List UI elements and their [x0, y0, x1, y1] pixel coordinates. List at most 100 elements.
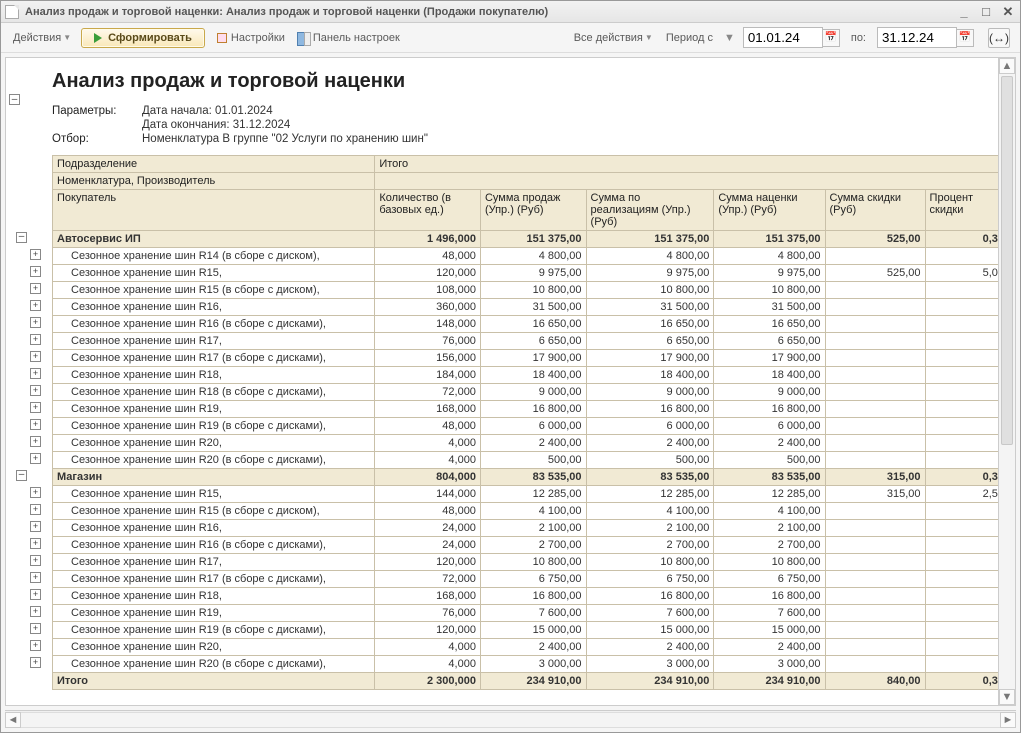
- expand-row-icon[interactable]: +: [30, 487, 41, 498]
- expand-row-icon[interactable]: +: [30, 521, 41, 532]
- param-start: Дата начала: 01.01.2024: [142, 105, 1009, 117]
- report-body: Анализ продаж и торговой наценки Парамет…: [46, 58, 1015, 705]
- data-row[interactable]: Сезонное хранение шин R18 (в сборе с дис…: [53, 384, 1009, 401]
- data-row[interactable]: Сезонное хранение шин R14 (в сборе с дис…: [53, 248, 1009, 265]
- titlebar: Анализ продаж и торговой наценки: Анализ…: [1, 1, 1020, 23]
- all-actions-menu[interactable]: Все действия▼: [572, 30, 655, 46]
- data-row[interactable]: Сезонное хранение шин R16,360,00031 500,…: [53, 299, 1009, 316]
- window-title: Анализ продаж и торговой наценки: Анализ…: [25, 6, 956, 18]
- data-row[interactable]: Сезонное хранение шин R18,168,00016 800,…: [53, 588, 1009, 605]
- data-row[interactable]: Сезонное хранение шин R18,184,00018 400,…: [53, 367, 1009, 384]
- expand-row-icon[interactable]: +: [30, 419, 41, 430]
- expand-row-icon[interactable]: +: [30, 266, 41, 277]
- filter-text: Номенклатура В группе "02 Услуги по хран…: [142, 133, 1009, 145]
- data-row[interactable]: Сезонное хранение шин R17 (в сборе с дис…: [53, 350, 1009, 367]
- col-discount-pct: Процент скидки: [925, 190, 1008, 231]
- data-row[interactable]: Сезонное хранение шин R20 (в сборе с дис…: [53, 656, 1009, 673]
- scroll-down-icon[interactable]: ▼: [999, 689, 1015, 705]
- collapse-group-icon[interactable]: –: [16, 232, 27, 243]
- report-table: Подразделение Итого Номенклатура, Произв…: [52, 155, 1009, 690]
- date-from-input[interactable]: [743, 27, 823, 48]
- collapse-all-icon[interactable]: –: [9, 94, 20, 105]
- toolbar: Действия▼ Сформировать Настройки Панель …: [1, 23, 1020, 53]
- expand-row-icon[interactable]: +: [30, 606, 41, 617]
- data-row[interactable]: Сезонное хранение шин R19 (в сборе с дис…: [53, 622, 1009, 639]
- data-row[interactable]: Сезонное хранение шин R19,168,00016 800,…: [53, 401, 1009, 418]
- expand-row-icon[interactable]: +: [30, 249, 41, 260]
- period-dropdown-icon[interactable]: ▼: [724, 32, 735, 44]
- params-label: Параметры:: [52, 105, 142, 117]
- data-row[interactable]: Сезонное хранение шин R19,76,0007 600,00…: [53, 605, 1009, 622]
- report-params: Параметры: Дата начала: 01.01.2024 Дата …: [52, 105, 1009, 145]
- period-from-label: Период с: [666, 32, 713, 44]
- col-realizations: Сумма по реализациям (Упр.) (Руб): [586, 190, 714, 231]
- expand-row-icon[interactable]: +: [30, 436, 41, 447]
- window: Анализ продаж и торговой наценки: Анализ…: [0, 0, 1021, 733]
- param-end: Дата окончания: 31.12.2024: [142, 119, 1009, 131]
- data-row[interactable]: Сезонное хранение шин R16,24,0002 100,00…: [53, 520, 1009, 537]
- calendar-to-button[interactable]: 📅: [956, 29, 974, 47]
- close-button[interactable]: ✕: [1000, 5, 1016, 19]
- data-row[interactable]: Сезонное хранение шин R20,4,0002 400,002…: [53, 435, 1009, 452]
- expand-row-icon[interactable]: +: [30, 317, 41, 328]
- actions-menu[interactable]: Действия▼: [11, 30, 73, 46]
- col-qty: Количество (в базовых ед.): [375, 190, 481, 231]
- vertical-scrollbar[interactable]: ▲ ▼: [998, 58, 1015, 705]
- data-row[interactable]: Сезонное хранение шин R17,120,00010 800,…: [53, 554, 1009, 571]
- col-total: Итого: [375, 156, 1009, 173]
- data-row[interactable]: Сезонное хранение шин R17,76,0006 650,00…: [53, 333, 1009, 350]
- expand-row-icon[interactable]: +: [30, 555, 41, 566]
- expand-row-icon[interactable]: +: [30, 283, 41, 294]
- expand-row-icon[interactable]: +: [30, 589, 41, 600]
- collapse-group-icon[interactable]: –: [16, 470, 27, 481]
- group-row[interactable]: Магазин804,00083 535,0083 535,0083 535,0…: [53, 469, 1009, 486]
- col-margin: Сумма наценки (Упр.) (Руб): [714, 190, 825, 231]
- scroll-left-icon[interactable]: ◄: [5, 712, 21, 728]
- group-row[interactable]: Автосервис ИП1 496,000151 375,00151 375,…: [53, 231, 1009, 248]
- expand-row-icon[interactable]: +: [30, 572, 41, 583]
- expand-row-icon[interactable]: +: [30, 334, 41, 345]
- document-icon: [5, 5, 19, 19]
- data-row[interactable]: Сезонное хранение шин R15,120,0009 975,0…: [53, 265, 1009, 282]
- horizontal-scrollbar[interactable]: ◄ ►: [5, 710, 1016, 728]
- to-label: по:: [851, 32, 866, 44]
- expand-row-icon[interactable]: +: [30, 504, 41, 515]
- expand-row-icon[interactable]: +: [30, 538, 41, 549]
- expand-row-icon[interactable]: +: [30, 640, 41, 651]
- swap-dates-button[interactable]: (↔): [988, 28, 1010, 48]
- filter-label: Отбор:: [52, 133, 142, 145]
- col-buyer: Покупатель: [53, 190, 375, 231]
- data-row[interactable]: Сезонное хранение шин R16 (в сборе с дис…: [53, 316, 1009, 333]
- calendar-from-button[interactable]: 📅: [822, 29, 840, 47]
- expand-row-icon[interactable]: +: [30, 300, 41, 311]
- settings-button[interactable]: Настройки: [213, 29, 287, 47]
- expand-row-icon[interactable]: +: [30, 385, 41, 396]
- maximize-button[interactable]: □: [978, 5, 994, 19]
- panel-icon: [297, 31, 311, 45]
- expand-row-icon[interactable]: +: [30, 623, 41, 634]
- data-row[interactable]: Сезонное хранение шин R15 (в сборе с дис…: [53, 503, 1009, 520]
- expand-row-icon[interactable]: +: [30, 368, 41, 379]
- data-row[interactable]: Сезонное хранение шин R19 (в сборе с дис…: [53, 418, 1009, 435]
- data-row[interactable]: Сезонное хранение шин R17 (в сборе с дис…: [53, 571, 1009, 588]
- form-button[interactable]: Сформировать: [81, 28, 205, 48]
- window-controls: _ □ ✕: [956, 5, 1016, 19]
- data-row[interactable]: Сезонное хранение шин R20 (в сборе с дис…: [53, 452, 1009, 469]
- data-row[interactable]: Сезонное хранение шин R20,4,0002 400,002…: [53, 639, 1009, 656]
- panel-button[interactable]: Панель настроек: [295, 29, 402, 47]
- date-to-input[interactable]: [877, 27, 957, 48]
- scroll-up-icon[interactable]: ▲: [999, 58, 1015, 74]
- content-area: ––+++++++++++++–+++++++++++ Анализ прода…: [5, 57, 1016, 706]
- col-sales: Сумма продаж (Упр.) (Руб): [480, 190, 586, 231]
- report-title: Анализ продаж и торговой наценки: [52, 70, 1009, 93]
- expand-row-icon[interactable]: +: [30, 402, 41, 413]
- scroll-right-icon[interactable]: ►: [1000, 712, 1016, 728]
- tree-gutter: ––+++++++++++++–+++++++++++: [6, 58, 46, 705]
- data-row[interactable]: Сезонное хранение шин R16 (в сборе с дис…: [53, 537, 1009, 554]
- minimize-button[interactable]: _: [956, 5, 972, 19]
- data-row[interactable]: Сезонное хранение шин R15,144,00012 285,…: [53, 486, 1009, 503]
- expand-row-icon[interactable]: +: [30, 453, 41, 464]
- data-row[interactable]: Сезонное хранение шин R15 (в сборе с дис…: [53, 282, 1009, 299]
- expand-row-icon[interactable]: +: [30, 657, 41, 668]
- expand-row-icon[interactable]: +: [30, 351, 41, 362]
